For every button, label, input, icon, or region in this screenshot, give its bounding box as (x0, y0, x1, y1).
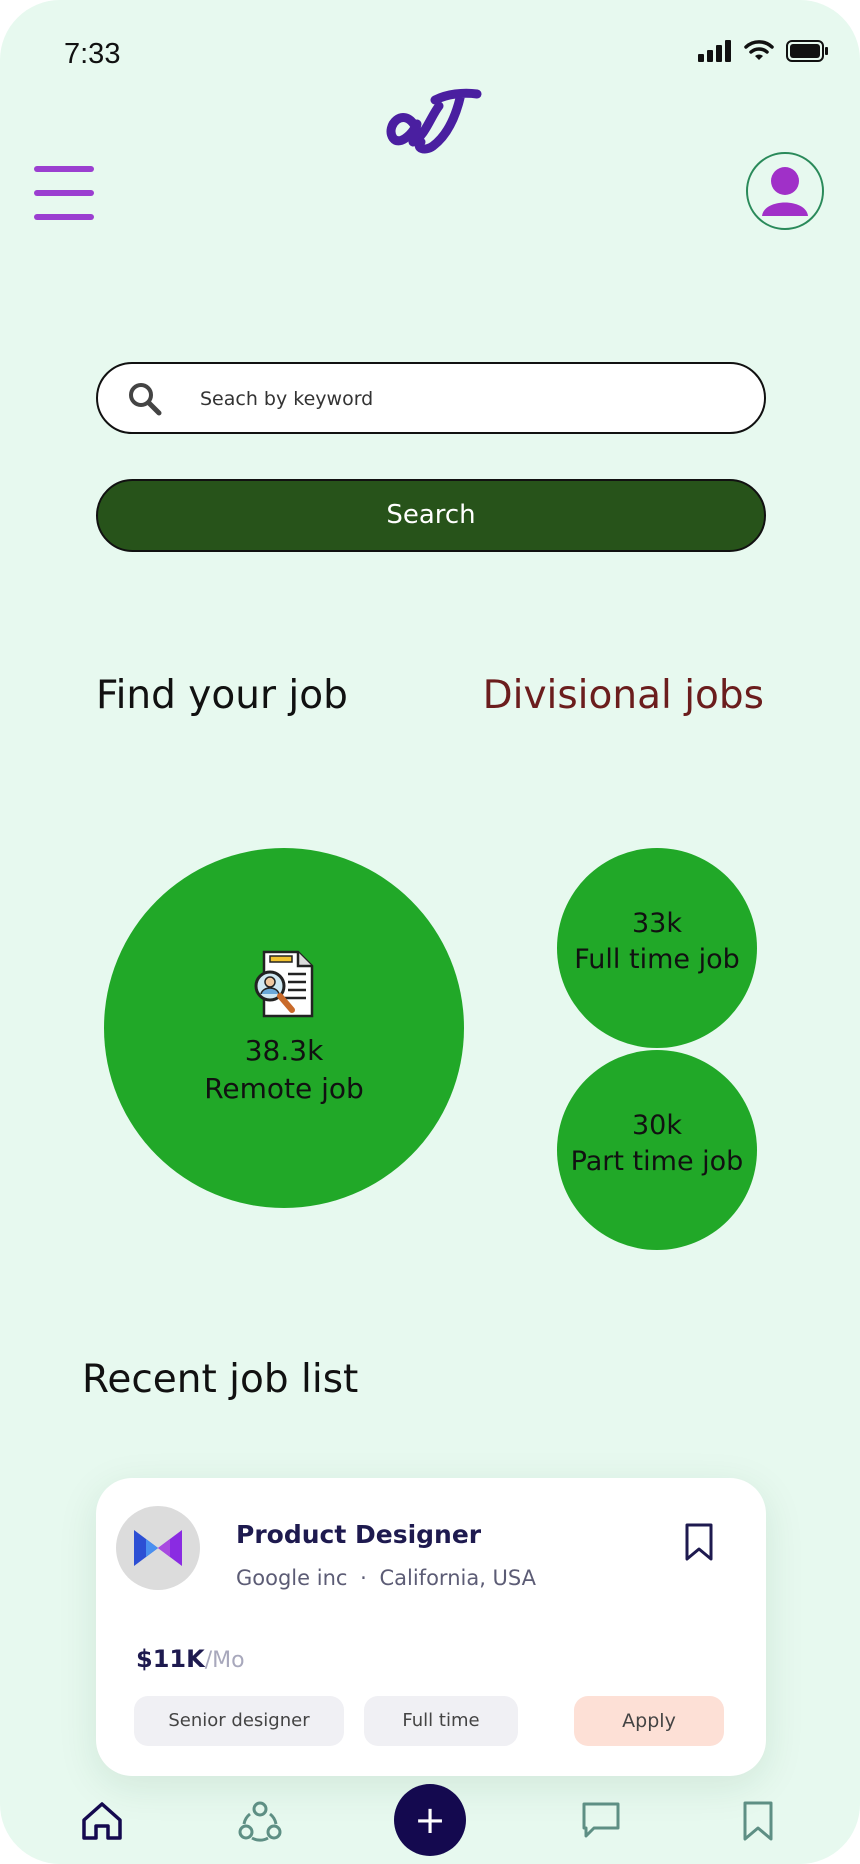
add-icon[interactable]: + (394, 1784, 466, 1856)
remote-job-bubble[interactable]: 38.3k Remote job (104, 848, 464, 1208)
find-job-heading: Find your job (96, 673, 348, 718)
home-icon[interactable] (80, 1800, 124, 1847)
full-time-job-count: 33k (632, 908, 682, 939)
remote-job-label: Remote job (204, 1072, 364, 1105)
job-company: Google inc (236, 1566, 348, 1590)
full-time-job-label: Full time job (574, 944, 740, 975)
app-screen: 7:33 Seach by keyword Search Find your j… (0, 0, 860, 1864)
status-time: 7:33 (64, 38, 121, 70)
wifi-icon (744, 40, 774, 60)
divisional-jobs-link[interactable]: Divisional jobs (483, 673, 764, 718)
chat-icon[interactable] (580, 1800, 622, 1845)
job-tag-type: Full time (364, 1696, 518, 1746)
job-location: California, USA (379, 1566, 537, 1590)
part-time-job-count: 30k (632, 1110, 682, 1141)
job-company-location: Google inc · California, USA (236, 1566, 536, 1590)
job-salary: $11K/Mo (136, 1645, 245, 1673)
part-time-job-label: Part time job (570, 1146, 744, 1177)
cellular-signal-icon (698, 40, 731, 62)
salary-period: /Mo (204, 1648, 245, 1673)
hamburger-menu-icon[interactable] (34, 166, 94, 220)
battery-icon (786, 40, 828, 62)
job-card[interactable]: Product Designer Google inc · California… (96, 1478, 766, 1776)
part-time-job-bubble[interactable]: 30k Part time job (557, 1050, 757, 1250)
remote-job-count: 38.3k (244, 1034, 324, 1067)
search-field[interactable] (96, 362, 766, 434)
user-avatar-icon[interactable] (746, 152, 824, 230)
job-title: Product Designer (236, 1520, 482, 1549)
full-time-job-bubble[interactable]: 33k Full time job (557, 848, 757, 1048)
search-button[interactable]: Search (96, 479, 766, 552)
apply-button[interactable]: Apply (574, 1696, 724, 1746)
recent-job-heading: Recent job list (82, 1357, 359, 1402)
status-icons (698, 40, 830, 62)
company-logo-icon (116, 1506, 200, 1590)
separator-dot-icon: · (360, 1566, 367, 1590)
saved-bookmark-icon[interactable] (742, 1800, 774, 1847)
search-input[interactable] (198, 378, 742, 420)
aj-logo-icon (385, 86, 485, 161)
bookmark-icon[interactable] (684, 1522, 714, 1567)
resume-search-icon (254, 950, 314, 1018)
network-icon[interactable] (238, 1800, 282, 1847)
job-tag-level: Senior designer (134, 1696, 344, 1746)
salary-amount: $11K (136, 1645, 205, 1673)
search-icon (129, 383, 162, 416)
